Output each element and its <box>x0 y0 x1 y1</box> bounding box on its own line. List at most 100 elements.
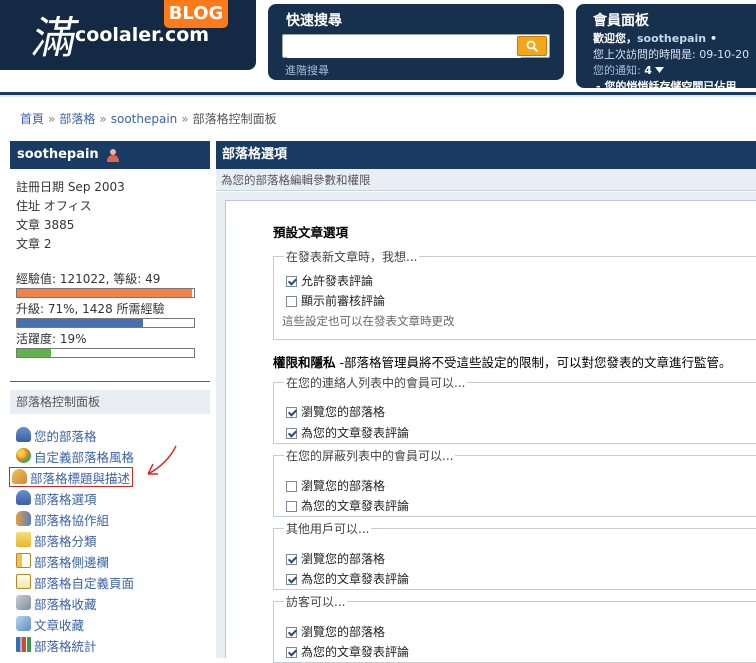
experience-label: 經驗值: 121022, 等級: 49 <box>16 272 161 286</box>
sidebar-item-title-description[interactable]: 部落格標題與描述 <box>9 467 134 487</box>
search-input[interactable] <box>287 36 521 58</box>
last-visit-text: 您上次訪問的時間是: 09-10-20 <box>593 48 750 61</box>
activity-bar <box>16 348 195 358</box>
sidebar-item-label: 自定義部落格風格 <box>34 450 135 465</box>
welcome-text: 歡迎您， <box>593 32 637 45</box>
moderate-comments-checkbox[interactable] <box>286 296 297 307</box>
search-button[interactable] <box>517 36 547 56</box>
logo-blog-badge: BLOG <box>164 0 228 28</box>
chevron-down-icon[interactable] <box>655 67 665 74</box>
quick-search-title: 快速搜尋 <box>286 13 342 29</box>
notifications-line[interactable]: 您的通知: 4 <box>593 62 665 78</box>
guests-comment-option[interactable]: 為您的文章發表評論 <box>286 643 409 659</box>
option-label: 顯示前審核評論 <box>301 294 386 308</box>
upgrade-bar-fill <box>17 319 143 327</box>
breadcrumb-user[interactable]: soothepain <box>111 112 178 126</box>
upgrade-label: 升級: 71%, 1428 所需經驗 <box>16 302 165 316</box>
sidebar-item-custom-pages[interactable]: 部落格自定義頁面 <box>16 573 134 591</box>
sidebar-item-categories[interactable]: 部落格分類 <box>16 531 97 549</box>
option-label: 為您的文章發表評論 <box>301 426 410 440</box>
bar-chart-icon <box>16 637 31 652</box>
search-box <box>282 34 550 58</box>
allow-comments-option[interactable]: 允許發表評論 <box>286 272 373 288</box>
breadcrumb-blogs[interactable]: 部落格 <box>59 112 95 126</box>
breadcrumb-home[interactable]: 首頁 <box>20 112 44 126</box>
option-label: 為您的文章發表評論 <box>301 572 410 586</box>
sidebar-item-label: 部落格統計 <box>34 639 97 654</box>
group-legend: 在您的屏蔽列表中的會員可以... <box>286 449 454 463</box>
moderate-comments-option[interactable]: 顯示前審核評論 <box>286 292 385 308</box>
welcome-username-link[interactable]: soothepain <box>637 32 706 45</box>
advanced-search-link[interactable]: 進階搜尋 <box>285 62 329 78</box>
notifications-count: 4 <box>644 64 652 77</box>
option-label: 為您的文章發表評論 <box>301 645 410 659</box>
contacts-comment-option[interactable]: 為您的文章發表評論 <box>286 424 409 440</box>
allow-comments-checkbox[interactable] <box>286 276 297 287</box>
sidebar-item-statistics[interactable]: 部落格統計 <box>16 636 97 654</box>
sidebar-item-label: 部落格協作組 <box>34 513 110 528</box>
permissions-privacy-heading: 權限和隱私 -部落格管理員將不受這些設定的限制，可以對您發表的文章進行監管。 <box>273 355 732 370</box>
user-options-icon <box>16 490 31 505</box>
activity-bar-fill <box>17 349 51 357</box>
blog-user-icon <box>16 427 31 442</box>
activity-label: 活躍度: 19% <box>16 332 87 346</box>
sidebar-item-your-blog[interactable]: 您的部落格 <box>16 426 97 444</box>
others-view-blog-checkbox[interactable] <box>286 554 297 565</box>
contacts-view-blog-checkbox[interactable] <box>286 407 297 418</box>
folder-icon <box>16 532 31 547</box>
contacts-comment-checkbox[interactable] <box>286 428 297 439</box>
others-comment-checkbox[interactable] <box>286 574 297 585</box>
red-annotation-arrow <box>147 445 177 475</box>
blog-control-panel-header: 部落格控制面板 <box>10 390 210 414</box>
contacts-view-blog-option[interactable]: 瀏覽您的部落格 <box>286 403 385 419</box>
ignored-comment-checkbox[interactable] <box>286 501 297 512</box>
sidebar-item-post-favorites[interactable]: 文章收藏 <box>16 615 84 633</box>
ignored-view-blog-option[interactable]: 瀏覽您的部落格 <box>286 477 385 493</box>
sidebar-item-collaborators[interactable]: 部落格協作組 <box>16 510 109 528</box>
experience-bar <box>16 288 195 298</box>
sidebar-item-label: 您的部落格 <box>34 429 97 444</box>
main-panel-subtitle: 為您的部落格編輯參數和權限 <box>216 169 756 191</box>
breadcrumb-separator: » <box>99 112 107 126</box>
ignored-comment-option[interactable]: 為您的文章發表評論 <box>286 497 409 513</box>
user-info-header: soothepain <box>10 141 210 169</box>
sidebar-username[interactable]: soothepain <box>17 147 99 162</box>
sidebar-item-label: 部落格自定義頁面 <box>34 576 135 591</box>
post-count: 文章 3885 <box>16 218 75 232</box>
sidebar-item-blog-favorites[interactable]: 部落格收藏 <box>16 594 97 612</box>
option-label: 瀏覽您的部落格 <box>301 625 386 639</box>
option-label: 為您的文章發表評論 <box>301 499 410 513</box>
user-info-box: soothepain <box>10 141 210 169</box>
sidebar-item-label: 部落格側邊欄 <box>34 555 110 570</box>
option-label: 瀏覽您的部落格 <box>301 552 386 566</box>
guests-view-blog-checkbox[interactable] <box>286 627 297 638</box>
option-label: 瀏覽您的部落格 <box>301 405 386 419</box>
sidebar-item-label: 部落格標題與描述 <box>30 471 131 486</box>
default-post-options-title: 預設文章選項 <box>273 225 349 240</box>
user-status-icon <box>107 148 120 162</box>
sidebar-item-sidebar[interactable]: 部落格側邊欄 <box>16 552 109 570</box>
sidebar-item-label: 部落格選項 <box>34 492 97 507</box>
member-panel-title: 會員面板 <box>593 13 649 29</box>
sidebar-item-blog-options[interactable]: 部落格選項 <box>16 489 97 507</box>
join-date: 註冊日期 Sep 2003 <box>16 180 125 194</box>
sidebar-item-custom-style[interactable]: 自定義部落格風格 <box>16 447 134 465</box>
group-legend: 在您的連絡人列表中的會員可以... <box>286 376 466 390</box>
user-menu-dot-icon[interactable]: • <box>706 32 717 45</box>
main-panel-title: 部落格選項 <box>216 141 756 169</box>
notifications-label: 您的通知: <box>593 64 645 77</box>
others-comment-option[interactable]: 為您的文章發表評論 <box>286 570 409 586</box>
group-legend: 訪客可以... <box>286 595 346 609</box>
default-options-note: 這些設定也可以在發表文章時更改 <box>282 314 455 328</box>
site-logo[interactable]: 滿 coolaler.com BLOG <box>0 0 256 70</box>
group-legend: 其他用戶可以... <box>286 522 370 536</box>
palette-icon <box>16 448 31 463</box>
sidebar-item-label: 部落格分類 <box>34 534 97 549</box>
breadcrumb: 首頁» 部落格» soothepain» 部落格控制面板 <box>20 110 277 127</box>
guests-comment-checkbox[interactable] <box>286 647 297 658</box>
user-edit-icon <box>12 469 27 484</box>
guests-view-blog-option[interactable]: 瀏覽您的部落格 <box>286 623 385 639</box>
breadcrumb-separator: » <box>181 112 189 126</box>
others-view-blog-option[interactable]: 瀏覽您的部落格 <box>286 550 385 566</box>
ignored-view-blog-checkbox[interactable] <box>286 481 297 492</box>
